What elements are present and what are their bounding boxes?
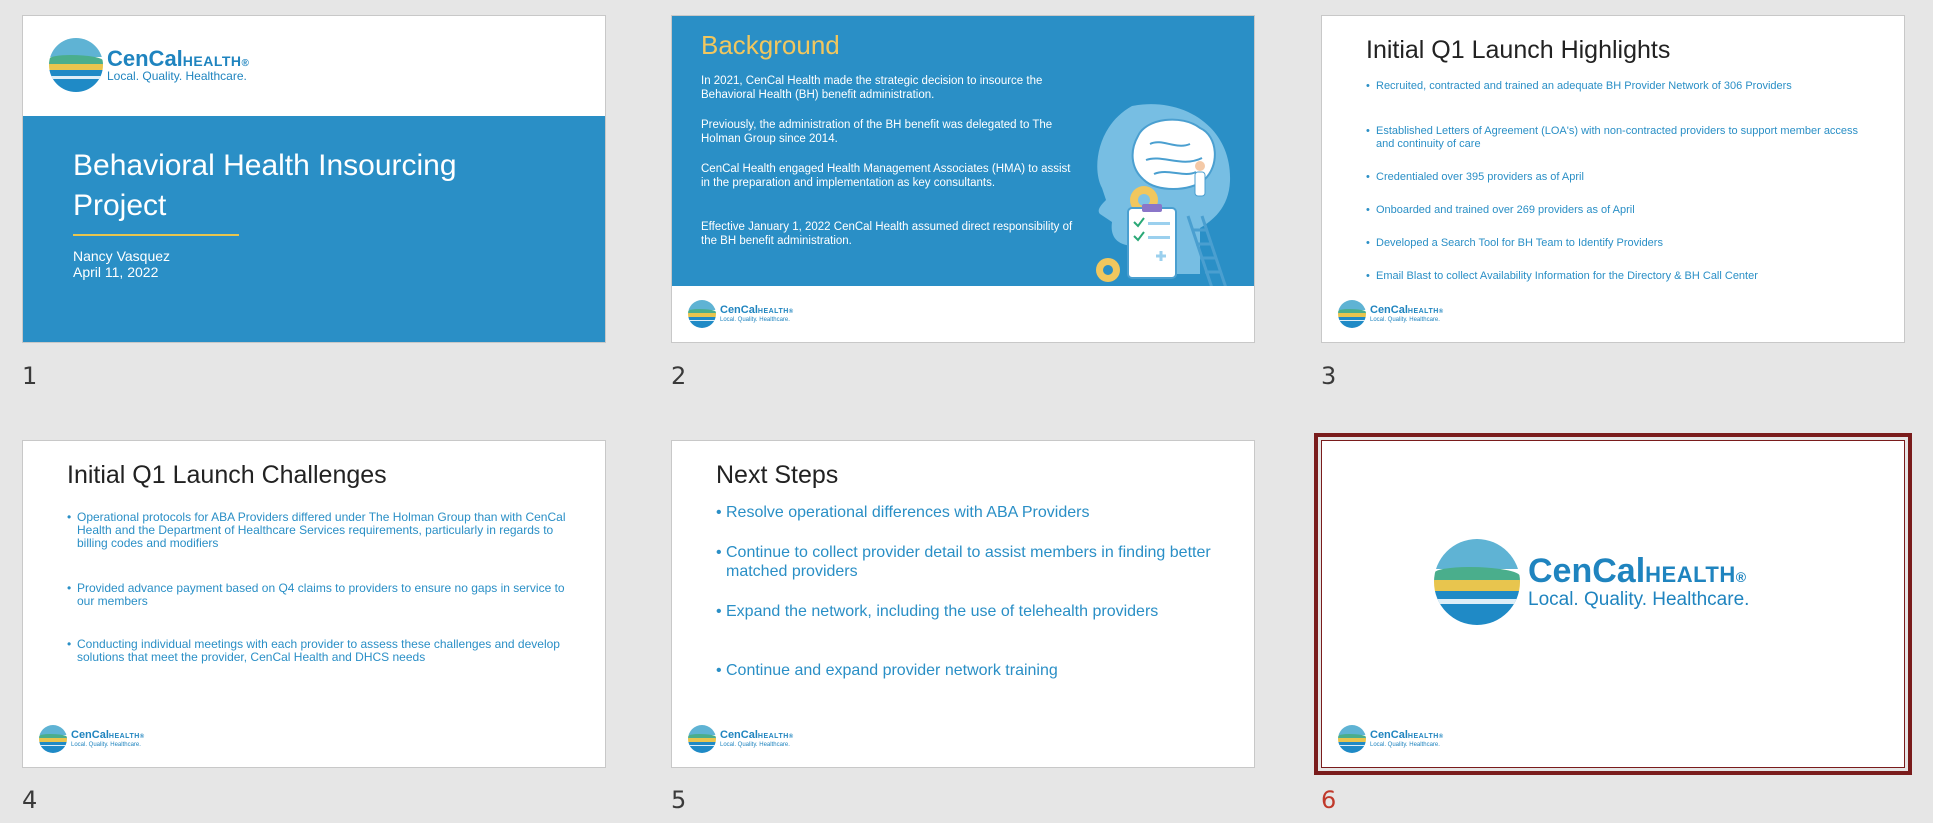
logo-brand-b: HEALTH: [1407, 733, 1439, 741]
cencal-logo-large: CenCalHEALTH® Local. Quality. Healthcare…: [1434, 539, 1749, 625]
list-item: • Resolve operational differences with AB…: [716, 504, 1090, 521]
paragraph: CenCal Health engaged Health Management …: [701, 163, 1071, 189]
logo-tagline: Local. Quality. Healthcare.: [720, 316, 790, 323]
logo-brand-a: CenCal: [1370, 729, 1408, 742]
logo-brand-b: HEALTH: [757, 308, 789, 316]
logo-tagline: Local. Quality. Healthcare.: [107, 69, 247, 84]
slide-thumbnail-5[interactable]: Next Steps • Resolve operational differen…: [671, 440, 1255, 768]
slide-number-5: 5: [671, 786, 687, 814]
logo-brand-b: HEALTH: [1407, 308, 1439, 316]
paragraph: Effective January 1, 2022 CenCal Health …: [701, 221, 1073, 247]
logo-reg: ®: [241, 58, 249, 70]
logo-reg: ®: [1438, 309, 1444, 316]
slide-title: Initial Q1 Launch Highlights: [1366, 36, 1671, 64]
cencal-logo-icon: [1434, 539, 1520, 625]
cencal-logo-icon: [39, 725, 67, 753]
list-item: • Expand the network, including the use o…: [716, 603, 1159, 620]
slide-thumbnail-2[interactable]: Background In 2021, CenCal Health made t…: [671, 15, 1255, 343]
cencal-logo-icon: [688, 300, 716, 328]
logo-reg: ®: [1735, 569, 1747, 586]
logo-brand-a: CenCal: [1528, 552, 1646, 591]
logo-reg: ®: [1438, 734, 1444, 741]
logo-brand-b: HEALTH: [182, 53, 242, 70]
list-item: • Conducting individual meetings with eac…: [67, 637, 560, 664]
logo-tagline: Local. Quality. Healthcare.: [1370, 741, 1440, 748]
title-underline: [73, 234, 239, 236]
logo-brand-a: CenCal: [107, 46, 183, 72]
cencal-logo-icon: [49, 38, 103, 92]
brain-illustration: [1096, 104, 1231, 288]
slide-thumbnail-3[interactable]: Initial Q1 Launch Highlights • Recruited,…: [1321, 15, 1905, 343]
cencal-logo-icon: [1338, 300, 1366, 328]
logo-tagline: Local. Quality. Healthcare.: [720, 741, 790, 748]
list-item: • Recruited, contracted and trained an ad…: [1366, 80, 1792, 92]
logo-reg: ®: [139, 734, 145, 741]
slide-number-4: 4: [22, 786, 38, 814]
slide-date: April 11, 2022: [73, 264, 159, 280]
slide-number-1: 1: [22, 362, 38, 390]
logo-brand-b: HEALTH: [1645, 562, 1736, 588]
slide-number-3: 3: [1321, 362, 1337, 390]
list-item: • Established Letters of Agreement (LOA's…: [1366, 125, 1859, 150]
list-item: • Continue to collect provider detail to …: [716, 544, 1211, 580]
logo-brand-a: CenCal: [720, 304, 758, 317]
slide-title: Background: [701, 30, 840, 60]
list-item: • Developed a Search Tool for BH Team to …: [1366, 237, 1663, 249]
logo-brand-a: CenCal: [1370, 304, 1408, 317]
logo-tagline: Local. Quality. Healthcare.: [1528, 588, 1750, 610]
paragraph: In 2021, CenCal Health made the strategi…: [701, 75, 1043, 101]
logo-brand-b: HEALTH: [757, 733, 789, 741]
slide-sorter: CenCalHEALTH® Local. Quality. Healthcare…: [0, 0, 1933, 823]
slide-title: Behavioral Health Insourcing Project: [73, 149, 457, 222]
slide-author: Nancy Vasquez: [73, 248, 171, 264]
cencal-logo: CenCalHEALTH® Local. Quality. Healthcare…: [39, 725, 144, 753]
list-item: • Credentialed over 395 providers as of A…: [1366, 171, 1584, 183]
logo-brand-a: CenCal: [71, 729, 109, 742]
slide-thumbnail-1[interactable]: CenCalHEALTH® Local. Quality. Healthcare…: [22, 15, 606, 343]
slide-title: Next Steps: [716, 461, 839, 489]
cencal-logo: CenCalHEALTH® Local. Quality. Healthcare…: [1338, 725, 1443, 753]
cencal-logo-icon: [688, 725, 716, 753]
paragraph: Previously, the administration of the BH…: [701, 119, 1053, 145]
cencal-logo: CenCalHEALTH® Local. Quality. Healthcare…: [1338, 300, 1443, 328]
slide-thumbnail-6[interactable]: CenCalHEALTH® Local. Quality. Healthcare…: [1314, 433, 1912, 775]
cencal-logo: CenCalHEALTH® Local. Quality. Healthcare…: [688, 300, 793, 328]
list-item: • Email Blast to collect Availability Inf…: [1366, 270, 1758, 282]
cencal-logo-icon: [1338, 725, 1366, 753]
cencal-logo: CenCalHEALTH® Local. Quality. Healthcare…: [49, 38, 249, 92]
logo-tagline: Local. Quality. Healthcare.: [71, 741, 141, 748]
logo-brand-b: HEALTH: [108, 733, 140, 741]
slide-thumbnail-4[interactable]: Initial Q1 Launch Challenges • Operationa…: [22, 440, 606, 768]
cencal-logo: CenCalHEALTH® Local. Quality. Healthcare…: [688, 725, 793, 753]
list-item: • Provided advance payment based on Q4 cl…: [67, 581, 565, 608]
list-item: • Operational protocols for ABA Providers…: [67, 510, 566, 550]
slide-number-2: 2: [671, 362, 687, 390]
slide-title: Initial Q1 Launch Challenges: [67, 461, 387, 489]
list-item: • Onboarded and trained over 269 provider…: [1366, 204, 1635, 216]
logo-reg: ®: [788, 309, 794, 316]
logo-tagline: Local. Quality. Healthcare.: [1370, 316, 1440, 323]
logo-brand-a: CenCal: [720, 729, 758, 742]
slide-number-6: 6: [1321, 786, 1337, 814]
list-item: • Continue and expand provider network tr…: [716, 662, 1058, 679]
logo-reg: ®: [788, 734, 794, 741]
